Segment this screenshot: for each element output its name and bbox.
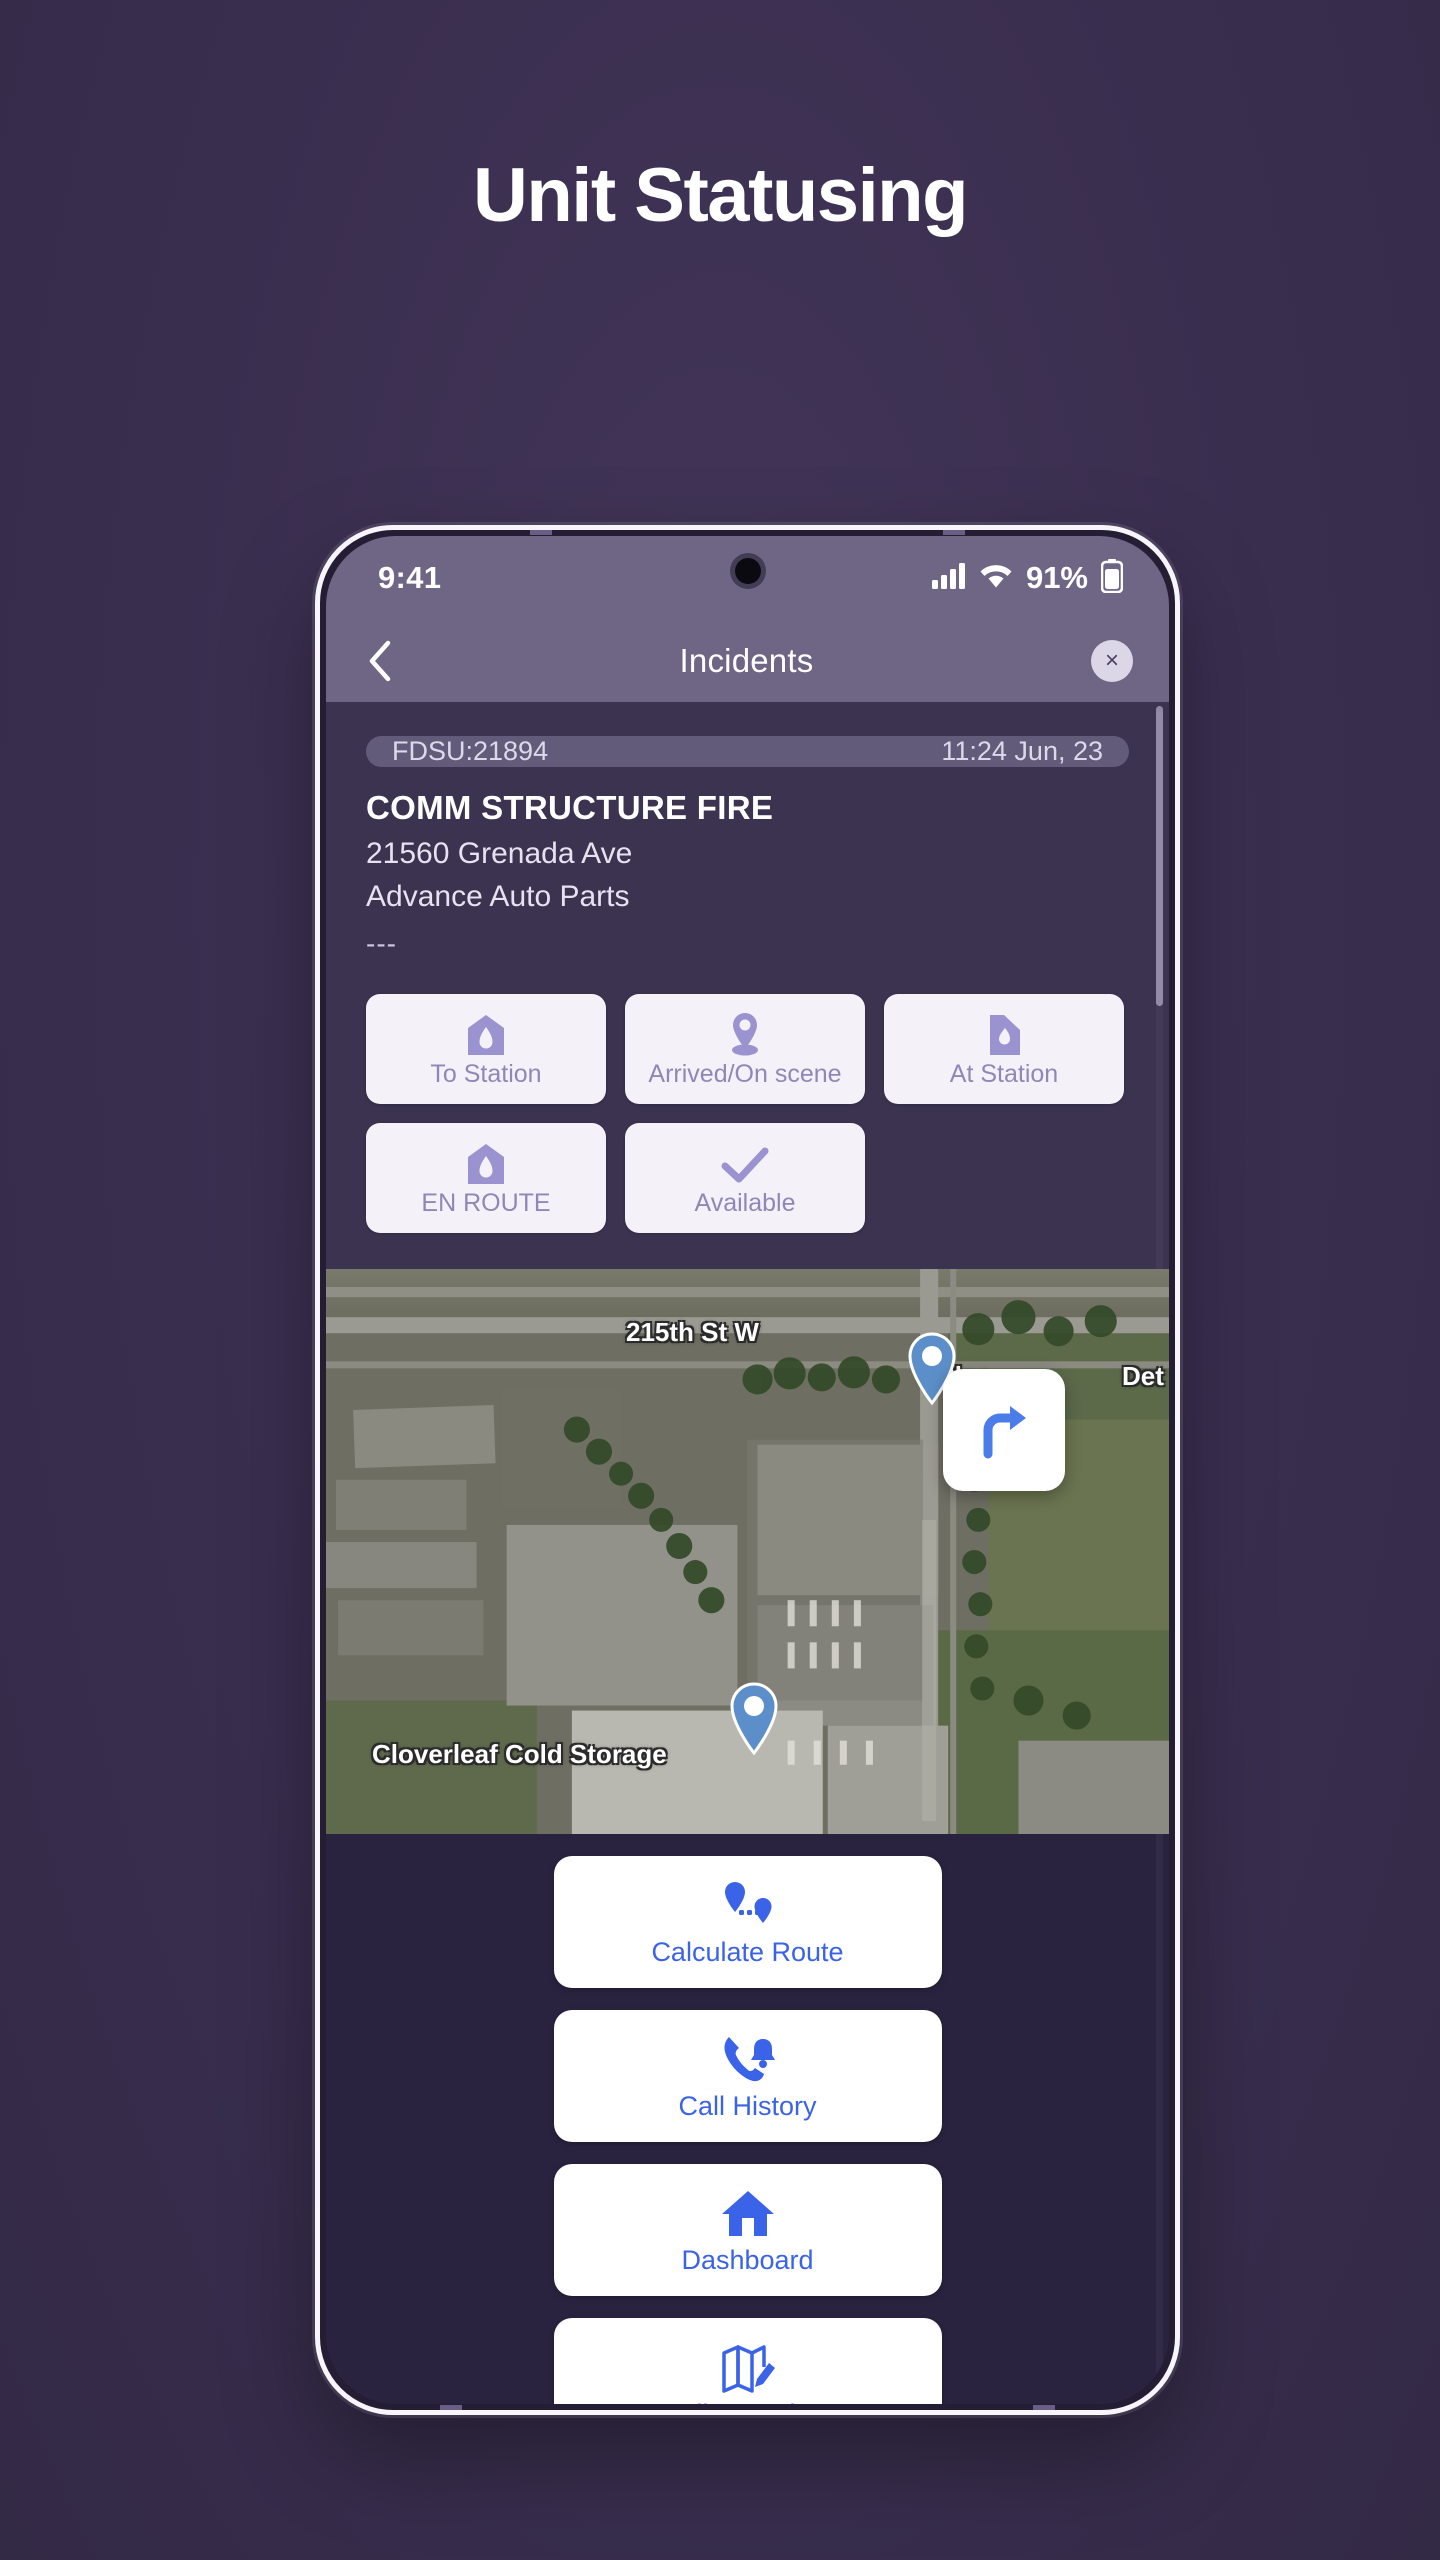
map-label-detour: Det [1122, 1361, 1164, 1392]
status-button-label: Available [694, 1189, 796, 1218]
incident-map[interactable]: 215th St W Clea Det Cloverleaf Cold Stor… [326, 1269, 1169, 1835]
action-button-calculate-route[interactable]: Calculate Route [553, 1856, 942, 1989]
incident-place: Advance Auto Parts [366, 879, 630, 913]
antenna-band-top-right [943, 530, 965, 535]
app-header: Incidents × [326, 620, 1169, 702]
action-button-label: Call History [678, 2090, 817, 2121]
status-bar: 9:41 91% [326, 536, 1169, 620]
incident-unit-id: FDSU:21894 [392, 736, 549, 766]
status-button-label: To Station [430, 1060, 542, 1089]
back-chevron-icon[interactable] [358, 639, 402, 683]
wifi-icon [979, 563, 1013, 594]
action-button-label: Edit Pre-plan [669, 2400, 825, 2404]
action-button-grid: Calculate Route Call History Dashboard [326, 1834, 1169, 2404]
map-pin-icon [724, 1011, 766, 1057]
incident-timestamp: 11:24 Jun, 23 [941, 736, 1103, 766]
action-button-label: Dashboard [681, 2244, 814, 2275]
cellular-signal-icon [931, 562, 966, 594]
status-button-to-station[interactable]: To Station [366, 994, 606, 1105]
status-button-at-station[interactable]: At Station [884, 994, 1124, 1105]
antenna-band-top-left [530, 530, 552, 535]
status-button-label: At Station [949, 1060, 1059, 1089]
check-icon [721, 1140, 769, 1186]
home-icon [720, 2187, 776, 2239]
status-button-label: Arrived/On scene [648, 1060, 842, 1089]
status-bar-indicators: 91% [931, 558, 1124, 598]
fire-station-tag-icon [982, 1011, 1026, 1057]
battery-icon [1100, 558, 1124, 598]
status-button-label: EN ROUTE [421, 1189, 551, 1218]
front-camera-icon [734, 558, 761, 584]
map-edit-icon [719, 2341, 777, 2393]
map-place-label: Cloverleaf Cold Storage [372, 1739, 667, 1770]
fire-station-icon [466, 1140, 506, 1186]
map-pin-icon[interactable] [726, 1681, 782, 1762]
action-button-edit-preplan[interactable]: Edit Pre-plan [553, 2318, 942, 2404]
incident-address: 21560 Grenada Ave [366, 837, 633, 870]
incident-type: COMM STRUCTURE FIRE [366, 789, 774, 826]
scrollbar-thumb[interactable] [1156, 706, 1163, 1006]
antenna-band-bottom-right [1033, 2405, 1055, 2410]
action-button-dashboard[interactable]: Dashboard [553, 2164, 942, 2297]
map-street-label-top: 215th St W [626, 1317, 759, 1348]
incident-detail-scroll: FDSU:21894 11:24 Jun, 23 COMM STRUCTURE … [326, 702, 1169, 2404]
call-history-icon [719, 2033, 777, 2085]
action-button-call-history[interactable]: Call History [553, 2010, 942, 2143]
status-button-available[interactable]: Available [625, 1123, 865, 1234]
phone-screen: 9:41 91% Incidents × FDSU:21894 11:24 Ju… [326, 536, 1169, 2404]
status-button-arrived-on-scene[interactable]: Arrived/On scene [625, 994, 865, 1105]
page-title: Unit Statusing [472, 153, 969, 238]
incident-details: COMM STRUCTURE FIRE 21560 Grenada Ave Ad… [326, 767, 1169, 960]
turn-right-arrow-icon[interactable] [943, 1369, 1065, 1492]
status-button-grid: To Station Arrived/On scene At Station E… [326, 960, 1169, 1269]
status-button-en-route[interactable]: EN ROUTE [366, 1123, 606, 1234]
route-pins-icon [717, 1879, 779, 1931]
page-header-title: Incidents [679, 642, 814, 679]
incident-id-chip[interactable]: FDSU:21894 11:24 Jun, 23 [366, 736, 1129, 767]
status-bar-time: 9:41 [378, 560, 442, 595]
incident-notes: --- [366, 928, 397, 960]
close-icon[interactable]: × [1090, 640, 1133, 682]
phone-frame: 9:41 91% Incidents × FDSU:21894 11:24 Ju… [315, 525, 1180, 2415]
fire-station-icon [466, 1011, 506, 1057]
battery-percent-label: 91% [1025, 560, 1088, 595]
close-glyph: × [1104, 647, 1119, 674]
action-button-label: Calculate Route [651, 1936, 844, 1967]
page-root: Unit Statusing 9:41 91% Incidents × FDSU… [0, 0, 1440, 2560]
antenna-band-bottom-left [440, 2405, 462, 2410]
